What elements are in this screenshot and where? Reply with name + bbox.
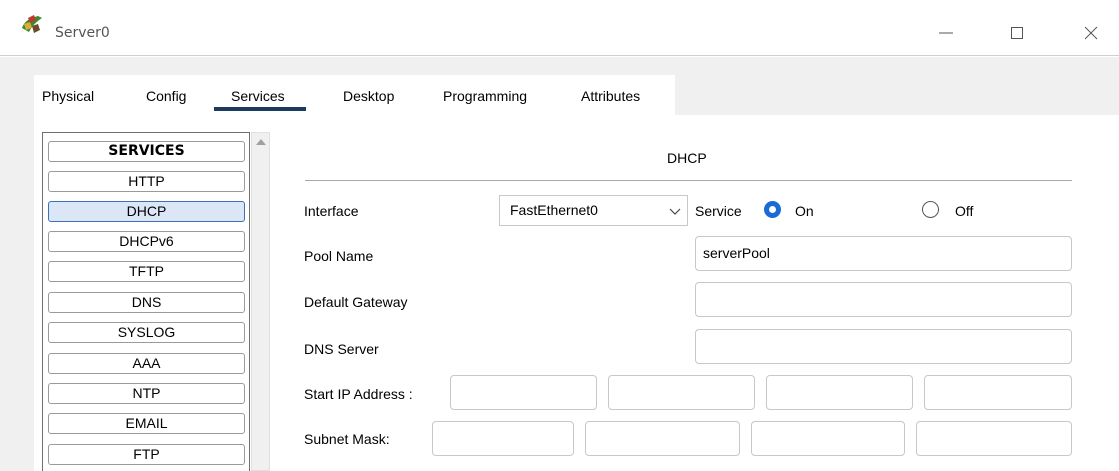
dhcp-section-title: DHCP xyxy=(667,150,707,166)
tab-physical[interactable]: Physical xyxy=(42,88,94,104)
dns-server-field[interactable] xyxy=(695,329,1072,364)
interface-label: Interface xyxy=(304,203,359,219)
services-scrollbar[interactable] xyxy=(251,132,270,471)
pool-name-label: Pool Name xyxy=(304,248,374,264)
default-gateway-field[interactable] xyxy=(695,282,1072,317)
default-gateway-label: Default Gateway xyxy=(304,294,408,310)
service-on-label: On xyxy=(795,203,814,219)
tab-config[interactable]: Config xyxy=(146,88,186,104)
start-ip-octet-3[interactable] xyxy=(766,375,913,410)
close-icon[interactable] xyxy=(1078,20,1104,46)
services-list-header: SERVICES xyxy=(48,141,245,162)
radio-selected-dot xyxy=(769,206,776,213)
start-ip-label: Start IP Address : xyxy=(304,386,413,402)
service-item-http[interactable]: HTTP xyxy=(48,171,245,192)
subnet-mask-octet-3[interactable] xyxy=(751,421,905,456)
service-item-tftp[interactable]: TFTP xyxy=(48,261,245,282)
active-tab-indicator xyxy=(214,107,306,111)
service-item-dhcpv6[interactable]: DHCPv6 xyxy=(48,231,245,252)
services-list: SERVICES HTTP DHCP DHCPv6 TFTP DNS SYSLO… xyxy=(42,132,250,471)
service-item-ntp[interactable]: NTP xyxy=(48,383,245,404)
tab-attributes[interactable]: Attributes xyxy=(581,88,640,104)
minimize-icon[interactable] xyxy=(933,20,959,46)
subnet-mask-octet-1[interactable] xyxy=(432,421,574,456)
server-app-icon xyxy=(22,15,42,33)
service-item-dhcp[interactable]: DHCP xyxy=(48,201,245,222)
service-item-aaa[interactable]: AAA xyxy=(48,353,245,374)
start-ip-octet-4[interactable] xyxy=(924,375,1072,410)
section-divider xyxy=(305,180,1072,181)
start-ip-octet-1[interactable] xyxy=(450,375,597,410)
interface-select-value: FastEthernet0 xyxy=(510,202,598,218)
tab-programming[interactable]: Programming xyxy=(443,88,527,104)
subnet-mask-octet-4[interactable] xyxy=(916,421,1072,456)
service-item-email[interactable]: EMAIL xyxy=(48,413,245,434)
service-label: Service xyxy=(695,203,742,219)
pool-name-field[interactable]: serverPool xyxy=(695,236,1072,271)
dns-server-label: DNS Server xyxy=(304,341,379,357)
service-on-radio[interactable] xyxy=(764,201,781,218)
chevron-down-icon xyxy=(669,208,681,215)
service-item-ftp[interactable]: FTP xyxy=(48,444,245,465)
tab-desktop[interactable]: Desktop xyxy=(343,88,394,104)
scroll-up-arrow-icon[interactable] xyxy=(256,139,266,145)
subnet-mask-label: Subnet Mask: xyxy=(304,431,390,447)
title-bar: Server0 xyxy=(0,0,1119,56)
window-title: Server0 xyxy=(55,25,110,41)
service-item-dns[interactable]: DNS xyxy=(48,292,245,313)
maximize-icon[interactable] xyxy=(1004,20,1030,46)
subnet-mask-octet-2[interactable] xyxy=(585,421,740,456)
tab-services[interactable]: Services xyxy=(231,88,285,104)
service-off-label: Off xyxy=(955,203,974,219)
start-ip-octet-2[interactable] xyxy=(608,375,755,410)
service-off-radio[interactable] xyxy=(922,201,939,218)
service-item-syslog[interactable]: SYSLOG xyxy=(48,322,245,343)
interface-select[interactable]: FastEthernet0 xyxy=(499,195,688,226)
